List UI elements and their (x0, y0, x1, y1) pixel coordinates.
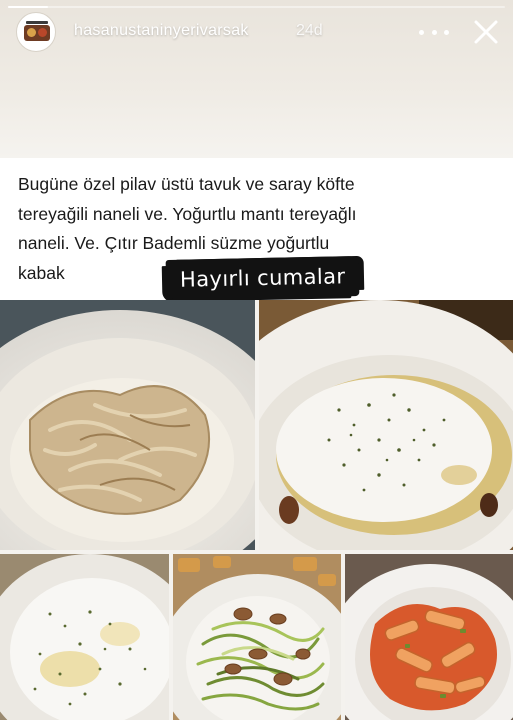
more-horizontal-icon[interactable] (419, 22, 449, 42)
timestamp: 24d (296, 22, 323, 39)
yogurt-mint-photo (0, 554, 169, 720)
tomato-chicken-photo (345, 554, 513, 720)
photo-collage (0, 300, 513, 720)
close-icon[interactable] (470, 16, 502, 48)
username[interactable]: hasanustaninyerivarsak (74, 22, 249, 40)
story-progress-fill (8, 6, 48, 8)
text-sticker: Hayırlı cumalar (165, 255, 360, 301)
story-caption: Bugüne özel pilav üstü tavuk ve saray kö… (0, 158, 513, 301)
avatar[interactable] (16, 12, 56, 52)
chicken-rice-photo (0, 300, 255, 550)
manti-yogurt-photo (259, 300, 513, 550)
story-progress-bar (8, 6, 505, 8)
zucchini-almond-photo (173, 554, 341, 720)
story-header: hasanustaninyerivarsak 24d (0, 0, 513, 158)
